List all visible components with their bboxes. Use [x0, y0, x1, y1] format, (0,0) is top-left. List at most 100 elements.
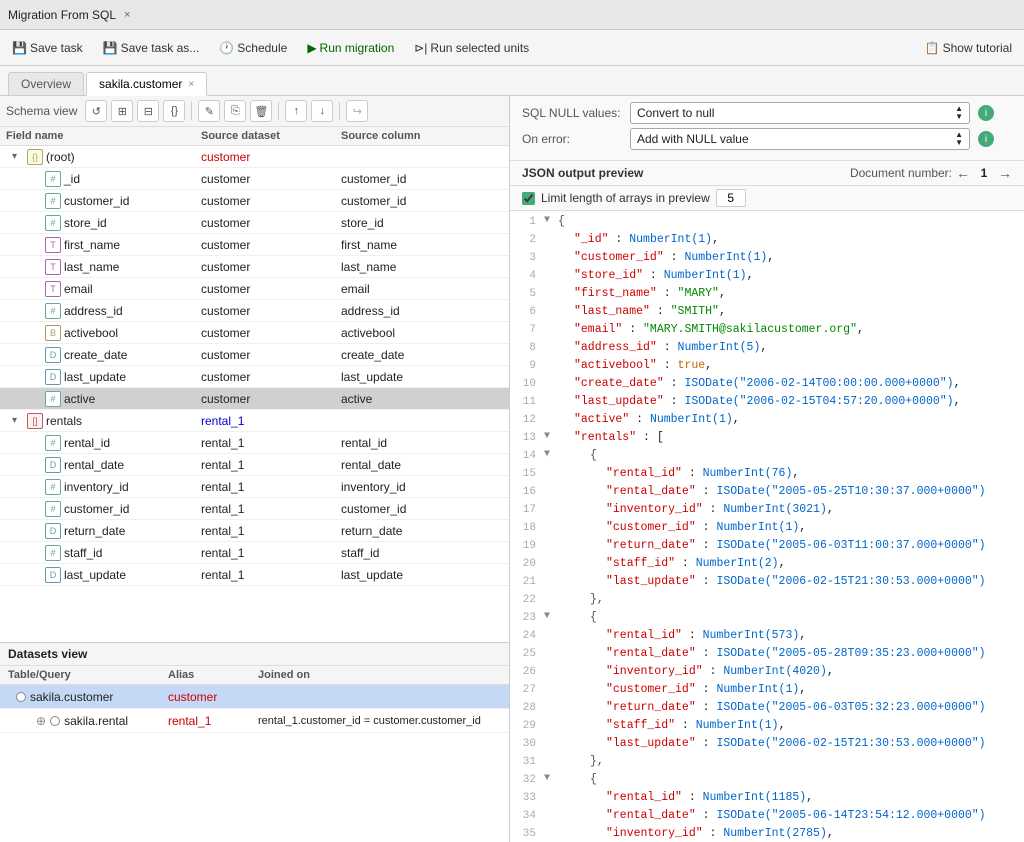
field-name-text: customer_id [64, 194, 129, 208]
tree-row[interactable]: # inventory_id rental_1 inventory_id [0, 476, 509, 498]
tree-row[interactable]: D last_update customer last_update [0, 366, 509, 388]
tree-row[interactable]: T last_name customer last_name [0, 256, 509, 278]
field-column: active [341, 392, 503, 406]
datasets-panel: Datasets view Table/Query Alias Joined o… [0, 642, 509, 842]
json-line: 19 "return_date" : ISODate("2005-06-03T1… [510, 539, 1024, 557]
save-task-as-button[interactable]: 💾 Save task as... [99, 39, 204, 57]
tree-row[interactable]: ▾ {} (root) customer [0, 146, 509, 168]
schedule-button[interactable]: 🕐 Schedule [215, 39, 291, 57]
field-type-icon: # [45, 479, 61, 495]
schema-btn-json[interactable]: ⊟ [137, 100, 159, 122]
field-tree[interactable]: ▾ {} (root) customer # _id customer cust… [0, 146, 509, 642]
sql-null-info-icon[interactable]: i [978, 105, 994, 121]
field-name-text: return_date [64, 524, 125, 538]
tree-row[interactable]: D last_update rental_1 last_update [0, 564, 509, 586]
field-type-icon: # [45, 501, 61, 517]
schema-btn-table[interactable]: ⊞ [111, 100, 133, 122]
line-number: 17 [514, 503, 544, 516]
tree-row[interactable]: # rental_id rental_1 rental_id [0, 432, 509, 454]
title-bar-close[interactable]: × [124, 9, 130, 21]
field-column: address_id [341, 304, 503, 318]
line-content: "inventory_id" : NumberInt(3021), [558, 503, 834, 516]
tree-row[interactable]: # staff_id rental_1 staff_id [0, 542, 509, 564]
field-dataset: customer [201, 348, 341, 362]
json-line: 11 "last_update" : ISODate("2006-02-15T0… [510, 395, 1024, 413]
right-panel: SQL NULL values: Convert to null ▲ ▼ i O… [510, 96, 1024, 842]
schema-btn-copy[interactable]: ⎘ [224, 100, 246, 122]
main-content: Schema view ↺ ⊞ ⊟ {} ✎ ⎘ 🗑 ↑ ↓ ↪ Field n… [0, 96, 1024, 842]
run-migration-button[interactable]: ▶ Run migration [303, 39, 398, 57]
field-type-icon: D [45, 567, 61, 583]
tree-row[interactable]: B activebool customer activebool [0, 322, 509, 344]
run-selected-icon: ⊳| [414, 41, 427, 55]
schema-btn-edit[interactable]: ✎ [198, 100, 220, 122]
tree-row[interactable]: T email customer email [0, 278, 509, 300]
collapse-btn[interactable]: ▾ [12, 151, 24, 162]
line-toggle[interactable]: ▼ [544, 611, 558, 622]
json-line: 33 "rental_id" : NumberInt(1185), [510, 791, 1024, 809]
line-toggle[interactable]: ▼ [544, 773, 558, 784]
prev-doc-button[interactable]: ← [956, 165, 970, 181]
field-column: rental_date [341, 458, 503, 472]
tree-row[interactable]: D return_date rental_1 return_date [0, 520, 509, 542]
datasets-table[interactable]: sakila.customer customer ⊕ sakila.rental… [0, 685, 509, 842]
next-doc-button[interactable]: → [998, 165, 1012, 181]
show-tutorial-button[interactable]: 📋 Show tutorial [921, 39, 1016, 57]
schema-btn-more[interactable]: ↪ [346, 100, 368, 122]
sql-null-select[interactable]: Convert to null ▲ ▼ [630, 102, 970, 124]
schema-btn-refresh[interactable]: ↺ [85, 100, 107, 122]
schema-btn-delete[interactable]: 🗑 [250, 100, 272, 122]
json-line: 31 }, [510, 755, 1024, 773]
tab-close-icon[interactable]: × [188, 79, 194, 90]
line-toggle[interactable]: ▼ [544, 215, 558, 226]
field-column: rental_id [341, 436, 503, 450]
line-content: "last_update" : ISODate("2006-02-15T21:3… [558, 575, 986, 588]
tree-row[interactable]: # store_id customer store_id [0, 212, 509, 234]
line-toggle[interactable]: ▼ [544, 449, 558, 460]
tree-row[interactable]: # active customer active [0, 388, 509, 410]
schema-btn-code[interactable]: {} [163, 100, 185, 122]
tree-row[interactable]: # address_id customer address_id [0, 300, 509, 322]
tree-row[interactable]: T first_name customer first_name [0, 234, 509, 256]
tab-sakila-customer[interactable]: sakila.customer × [86, 72, 207, 96]
schema-btn-down[interactable]: ↓ [311, 100, 333, 122]
line-number: 11 [514, 395, 544, 408]
options-bar: SQL NULL values: Convert to null ▲ ▼ i O… [510, 96, 1024, 161]
run-selected-units-button[interactable]: ⊳| Run selected units [410, 39, 533, 57]
collapse-btn[interactable]: ▾ [12, 415, 24, 426]
field-name-text: (root) [46, 150, 75, 164]
on-error-select[interactable]: Add with NULL value ▲ ▼ [630, 128, 970, 150]
ds-name-text: sakila.customer [30, 690, 113, 704]
doc-number: 1 [974, 166, 994, 180]
tree-row[interactable]: # customer_id customer customer_id [0, 190, 509, 212]
field-dataset: customer [201, 304, 341, 318]
on-error-info-icon[interactable]: i [978, 131, 994, 147]
line-content: "rental_date" : ISODate("2005-06-14T23:5… [558, 809, 986, 822]
field-type-icon: T [45, 281, 61, 297]
schema-btn-up[interactable]: ↑ [285, 100, 307, 122]
title-bar-text: Migration From SQL [8, 8, 116, 22]
list-item[interactable]: sakila.customer customer [0, 685, 509, 709]
list-item[interactable]: ⊕ sakila.rental rental_1 rental_1.custom… [0, 709, 509, 733]
tree-row[interactable]: D rental_date rental_1 rental_date [0, 454, 509, 476]
json-code[interactable]: 1 ▼ { 2 "_id" : NumberInt(1), 3 "custome… [510, 211, 1024, 842]
line-toggle[interactable]: ▼ [544, 431, 558, 442]
ds-circle [16, 692, 26, 702]
tab-overview[interactable]: Overview [8, 72, 84, 95]
ds-name-text: sakila.rental [64, 714, 128, 728]
limit-checkbox[interactable] [522, 192, 535, 205]
field-dataset: customer [201, 216, 341, 230]
line-number: 14 [514, 449, 544, 462]
line-content: "customer_id" : NumberInt(1), [558, 251, 774, 264]
tabs-bar: Overview sakila.customer × [0, 66, 1024, 96]
tree-row[interactable]: # _id customer customer_id [0, 168, 509, 190]
tree-row[interactable]: D create_date customer create_date [0, 344, 509, 366]
tree-row[interactable]: # customer_id rental_1 customer_id [0, 498, 509, 520]
limit-num-input[interactable] [716, 189, 746, 207]
line-number: 13 [514, 431, 544, 444]
json-line: 35 "inventory_id" : NumberInt(2785), [510, 827, 1024, 842]
line-content: { [558, 215, 565, 228]
save-task-button[interactable]: 💾 Save task [8, 39, 87, 57]
tree-row[interactable]: ▾ [] rentals rental_1 [0, 410, 509, 432]
tree-header: Field name Source dataset Source column [0, 127, 509, 146]
